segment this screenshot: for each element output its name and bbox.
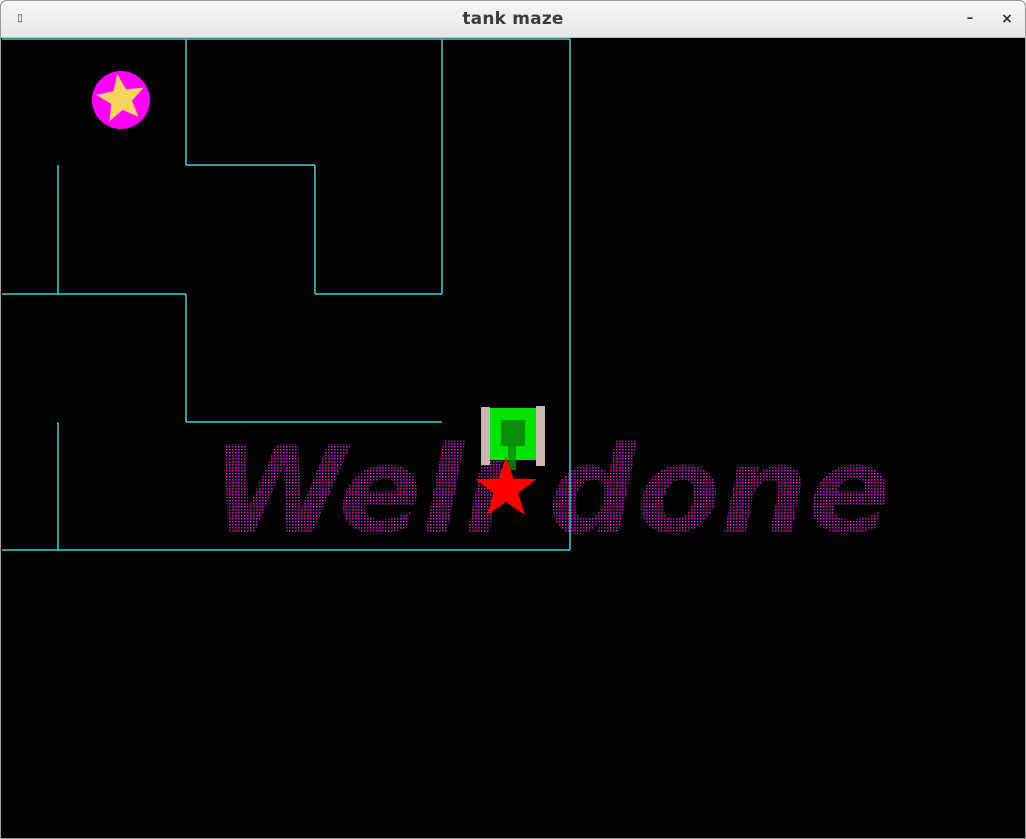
well-done-message: Well done: [211, 422, 891, 561]
star-in-circle-icon: [92, 71, 150, 129]
close-button[interactable]: ×: [996, 8, 1018, 30]
minimize-button[interactable]: –: [959, 8, 981, 30]
title-bar[interactable]: ▯ tank maze – ×: [1, 1, 1025, 38]
maze-scene: Well done: [2, 38, 891, 561]
game-canvas[interactable]: Well done: [1, 38, 1025, 838]
game-window: ▯ tank maze – × Well done: [0, 0, 1026, 839]
window-title: tank maze: [462, 9, 564, 29]
